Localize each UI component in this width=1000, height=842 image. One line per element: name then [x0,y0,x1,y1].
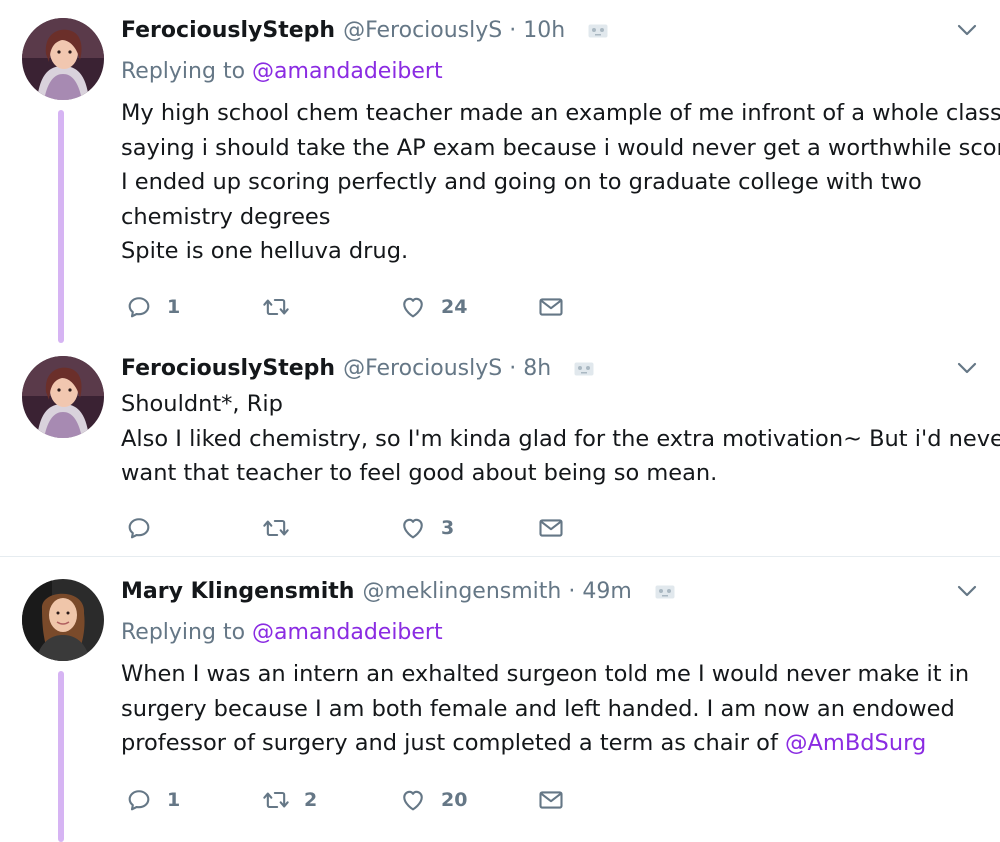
avatar[interactable] [22,579,104,661]
reply-count: 1 [167,789,181,811]
text-line: want that teacher to feel good about bei… [121,460,718,486]
text-segment: professor of surgery and just completed … [121,730,786,756]
reply-button[interactable] [125,513,167,543]
replying-prefix: Replying to [121,59,253,84]
chevron-down-icon[interactable] [956,360,978,376]
replying-prefix: Replying to [121,620,253,645]
text-line: I ended up scoring perfectly and going o… [121,169,922,195]
message-button[interactable] [537,292,565,322]
retweet-button[interactable] [262,513,304,543]
like-button[interactable]: 20 [399,785,467,815]
divider [0,556,1000,557]
message-button[interactable] [537,785,565,815]
retweet-button[interactable]: 2 [262,785,317,815]
avatar[interactable] [22,356,104,438]
avatar[interactable] [22,18,104,100]
muted-icon [574,362,594,376]
author-handle[interactable]: @FerociouslyS [343,356,502,381]
separator: · [509,18,517,43]
like-button[interactable]: 3 [399,513,454,543]
mention-link[interactable]: @amandadeibert [252,59,443,84]
envelope-icon [537,514,565,542]
muted-icon [588,24,608,38]
reply-icon [125,786,153,814]
tweet-text: Shouldnt*, Rip Also I liked chemistry, s… [121,387,1000,491]
retweet-button[interactable] [262,292,304,322]
heart-icon [399,293,427,321]
like-count: 24 [441,296,468,318]
text-line: My high school chem teacher made an exam… [121,100,1000,126]
separator: · [568,579,576,604]
mention-link[interactable]: @amandadeibert [252,620,443,645]
like-button[interactable]: 24 [399,292,467,322]
tweet[interactable]: FerociouslySteph @FerociouslyS · 10h Repl… [0,0,1000,343]
tweet-text: My high school chem teacher made an exam… [121,96,1000,269]
text-line: professor of surgery and just completed … [121,726,969,761]
text-line: surgery because I am both female and lef… [121,695,955,722]
muted-icon [655,585,675,599]
reply-icon [125,293,153,321]
envelope-icon [537,293,565,321]
tweet-header: Mary Klingensmith @meklingensmith · 49m [121,577,675,607]
author-handle[interactable]: @FerociouslyS [343,18,502,43]
reply-button[interactable]: 1 [125,292,180,322]
replying-to: Replying to @amandadeibert [121,57,443,87]
text-line: saying i should take the AP exam because… [121,134,1000,161]
timestamp[interactable]: 8h [523,356,551,381]
envelope-icon [537,786,565,814]
tweet[interactable]: FerociouslySteph @FerociouslyS · 8h Shoul… [0,338,1000,556]
text-line: chemistry degrees [121,203,331,230]
tweet-actions: 1 24 [121,292,581,322]
reply-button[interactable]: 1 [125,785,180,815]
like-count: 20 [441,789,468,811]
text-line: Spite is one helluva drug. [121,238,409,264]
tweet-actions: 3 [121,513,581,543]
timestamp[interactable]: 49m [582,579,631,604]
text-line: Shouldnt*, Rip [121,391,283,417]
author-name[interactable]: FerociouslySteph [121,356,335,381]
reply-count: 1 [167,296,181,318]
retweet-icon [262,293,290,321]
timestamp[interactable]: 10h [523,18,565,43]
chevron-down-icon[interactable] [956,22,978,38]
author-handle[interactable]: @meklingensmith [362,579,561,604]
retweet-count: 2 [304,789,318,811]
tweet-text: When I was an intern an exhalted surgeon… [121,657,969,761]
message-button[interactable] [537,513,565,543]
tweet-header: FerociouslySteph @FerociouslyS · 8h [121,354,594,384]
tweet-actions: 1 2 20 [121,785,581,815]
mention-link[interactable]: @AmBdSurg [785,730,926,756]
chevron-down-icon[interactable] [956,583,978,599]
separator: · [509,356,517,381]
reply-icon [125,514,153,542]
author-name[interactable]: Mary Klingensmith [121,579,354,604]
thread-line [58,671,64,842]
text-line: Also I liked chemistry, so I'm kinda gla… [121,425,1000,452]
author-name[interactable]: FerociouslySteph [121,18,335,43]
like-count: 3 [441,517,455,539]
retweet-icon [262,514,290,542]
tweet[interactable]: Mary Klingensmith @meklingensmith · 49m R… [0,561,1000,842]
thread-line [58,110,64,343]
retweet-icon [262,786,290,814]
heart-icon [399,514,427,542]
replying-to: Replying to @amandadeibert [121,618,443,648]
text-line: When I was an intern an exhalted surgeon… [121,661,970,687]
tweet-header: FerociouslySteph @FerociouslyS · 10h [121,16,608,46]
heart-icon [399,786,427,814]
